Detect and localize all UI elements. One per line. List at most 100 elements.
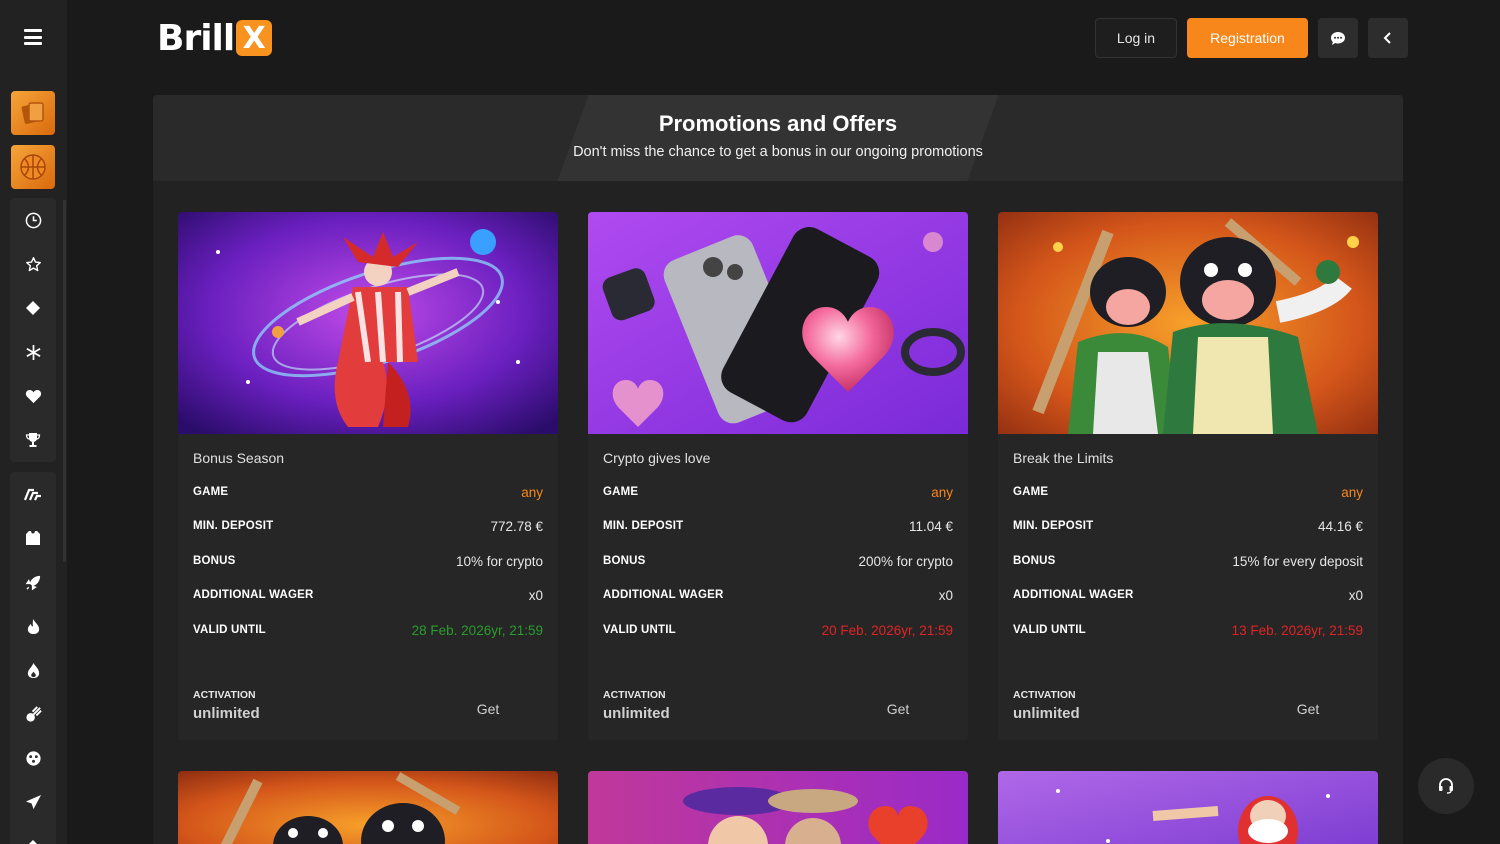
min-deposit-label: MIN. DEPOSIT (193, 520, 274, 532)
promo-row-min-deposit: MIN. DEPOSIT 44.16 € (1013, 516, 1363, 536)
bonus-label: BONUS (193, 555, 236, 567)
activation-label: ACTIVATION (1013, 689, 1076, 701)
get-button[interactable]: Get (1260, 692, 1356, 726)
cards-icon[interactable] (11, 91, 55, 135)
sidebar-group-2 (10, 472, 56, 844)
game-label: GAME (1013, 486, 1049, 498)
promo-image-jester[interactable] (178, 212, 558, 434)
promo-card-partial[interactable] (998, 771, 1378, 844)
promo-row-wager: ADDITIONAL WAGER x0 (603, 585, 953, 605)
min-deposit-value: 11.04 € (908, 518, 953, 534)
bonus-label: BONUS (603, 555, 646, 567)
shirt-icon[interactable] (10, 516, 56, 560)
diamond-icon[interactable] (10, 286, 56, 330)
min-deposit-label: MIN. DEPOSIT (603, 520, 684, 532)
promo-row-min-deposit: MIN. DEPOSIT 772.78 € (193, 516, 543, 536)
activation-value: unlimited (193, 705, 260, 722)
comet-icon[interactable] (10, 692, 56, 736)
valid-value: 13 Feb. 2026yr, 21:59 (1231, 622, 1363, 638)
get-button[interactable]: Get (850, 692, 946, 726)
promo-row-bonus: BONUS 15% for every deposit (1013, 551, 1363, 571)
basketball-icon[interactable] (11, 145, 55, 189)
rocket-icon[interactable] (10, 560, 56, 604)
promo-title: Break the Limits (1013, 450, 1114, 466)
get-button[interactable]: Get (440, 692, 536, 726)
sidebar-scrollbar[interactable] (63, 200, 66, 562)
wager-label: ADDITIONAL WAGER (193, 589, 314, 601)
promo-row-valid: VALID UNTIL 20 Feb. 2026yr, 21:59 (603, 620, 953, 640)
chat-button[interactable] (1318, 18, 1358, 58)
star-icon[interactable] (10, 242, 56, 286)
promo-title: Bonus Season (193, 450, 285, 466)
banner-highlight (557, 95, 999, 181)
promo-image-phone-heart[interactable] (588, 212, 968, 434)
page-title: Promotions and Offers (658, 111, 898, 136)
promo-row-game: GAME any (193, 482, 543, 502)
wager-label: ADDITIONAL WAGER (1013, 589, 1134, 601)
speed-icon[interactable] (10, 472, 56, 516)
game-value: any (1341, 484, 1363, 500)
promotions-panel: Promotions and Offers Don't miss the cha… (153, 95, 1403, 844)
sidebar-group-1 (10, 198, 56, 462)
dice-icon[interactable] (10, 736, 56, 780)
brand-logo[interactable]: Brill X (157, 17, 273, 59)
clock-icon[interactable] (10, 198, 56, 242)
valid-label: VALID UNTIL (193, 624, 266, 636)
promo-row-game: GAME any (603, 482, 953, 502)
registration-button[interactable]: Registration (1187, 18, 1308, 58)
min-deposit-label: MIN. DEPOSIT (1013, 520, 1094, 532)
promo-row-bonus: BONUS 200% for crypto (603, 551, 953, 571)
promotions-banner: Promotions and Offers Don't miss the cha… (153, 95, 1403, 181)
valid-value: 20 Feb. 2026yr, 21:59 (821, 622, 953, 638)
promo-card-partial[interactable] (178, 771, 558, 844)
activation-label: ACTIVATION (193, 689, 256, 701)
sidebar (0, 0, 67, 844)
min-deposit-value: 772.78 € (490, 518, 543, 534)
plane-icon[interactable] (10, 780, 56, 824)
game-label: GAME (603, 486, 639, 498)
wager-value: x0 (1348, 587, 1363, 603)
bonus-label: BONUS (1013, 555, 1056, 567)
menu-icon[interactable] (24, 29, 42, 45)
min-deposit-value: 44.16 € (1317, 518, 1363, 534)
promo-title: Crypto gives love (603, 450, 711, 466)
promo-row-valid: VALID UNTIL 28 Feb. 2026yr, 21:59 (193, 620, 543, 640)
wager-value: x0 (528, 587, 543, 603)
headset-icon (1439, 778, 1453, 794)
promo-image-bears[interactable] (998, 212, 1378, 434)
support-button[interactable] (1418, 758, 1474, 814)
promo-row-valid: VALID UNTIL 13 Feb. 2026yr, 21:59 (1013, 620, 1363, 640)
promo-card: Crypto gives love GAME any MIN. DEPOSIT 11… (588, 212, 968, 740)
trophy-icon[interactable] (10, 418, 56, 462)
promo-card: Break the Limits GAME any MIN. DEPOSIT 44.… (998, 212, 1378, 740)
bonus-value: 10% for crypto (455, 553, 543, 569)
page-subtitle: Don't miss the chance to get a bonus in … (573, 144, 983, 160)
logo-text: Brill (157, 17, 235, 59)
wager-value: x0 (938, 587, 953, 603)
bonus-value: 15% for every deposit (1232, 553, 1363, 569)
bonus-value: 200% for crypto (858, 553, 953, 569)
valid-label: VALID UNTIL (603, 624, 676, 636)
snowflake-icon[interactable] (10, 330, 56, 374)
game-value: any (521, 484, 543, 500)
fire-icon[interactable] (10, 604, 56, 648)
game-value: any (931, 484, 953, 500)
game-label: GAME (193, 486, 229, 498)
heart-icon[interactable] (10, 374, 56, 418)
chat-icon (1331, 31, 1345, 45)
promo-row-wager: ADDITIONAL WAGER x0 (193, 585, 543, 605)
more-icon[interactable] (10, 824, 56, 844)
login-button[interactable]: Log in (1095, 18, 1177, 58)
promo-row-bonus: BONUS 10% for crypto (193, 551, 543, 571)
promo-row-game: GAME any (1013, 482, 1363, 502)
chevron-left-icon (1383, 32, 1391, 44)
flame-icon[interactable] (10, 648, 56, 692)
wager-label: ADDITIONAL WAGER (603, 589, 724, 601)
activation-value: unlimited (603, 705, 670, 722)
valid-value: 28 Feb. 2026yr, 21:59 (411, 622, 543, 638)
logo-x-mark: X (236, 20, 273, 56)
promo-card: Bonus Season GAME any MIN. DEPOSIT 772.78 … (178, 212, 558, 740)
collapse-button[interactable] (1368, 18, 1408, 58)
promo-card-partial[interactable] (588, 771, 968, 844)
valid-label: VALID UNTIL (1013, 624, 1086, 636)
